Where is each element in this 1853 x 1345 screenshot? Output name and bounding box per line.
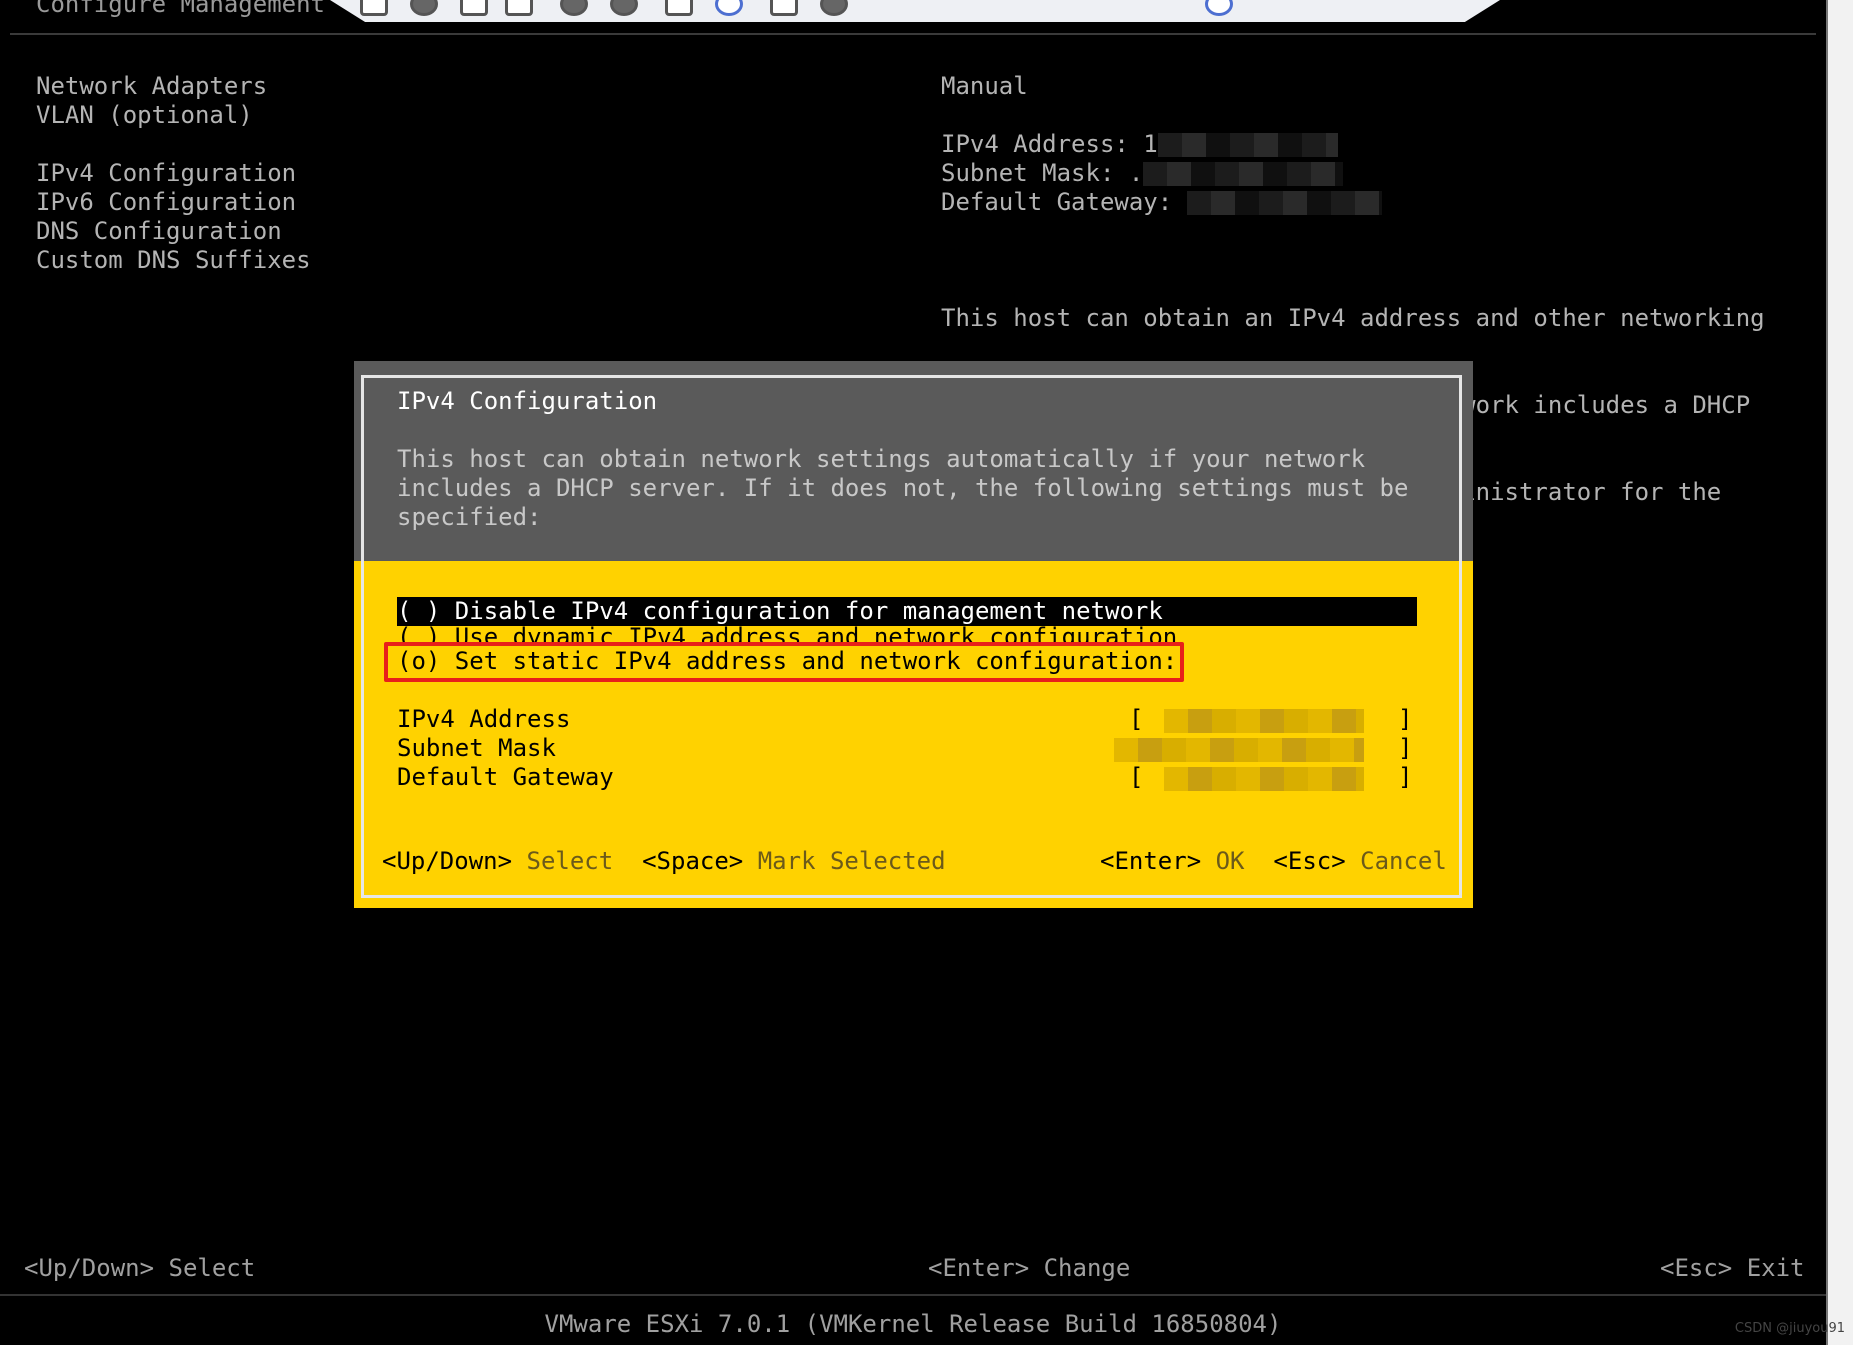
toolbar-icon-2[interactable] [410, 0, 438, 16]
subnet-mask-close-bracket: ] [1398, 734, 1413, 762]
dialog-key-hints-left: <Up/Down> Select <Space> Mark Selected [382, 847, 946, 875]
dialog-description: This host can obtain network settings au… [397, 445, 1409, 531]
ipv4-address-input[interactable] [1164, 709, 1364, 733]
redacted-value [1186, 191, 1382, 215]
annotation-highlight-box [384, 642, 1184, 682]
option-dynamic-ipv4[interactable]: ( ) Use dynamic IPv4 address and network… [397, 623, 1177, 643]
left-menu: Network Adapters VLAN (optional) IPv4 Co… [36, 72, 311, 275]
info-subnet-row: Subnet Mask: . [941, 159, 1765, 188]
top-divider [10, 33, 1816, 35]
cancel-action[interactable]: Cancel [1360, 847, 1447, 875]
toolbar-icon-9[interactable] [770, 0, 798, 16]
toolbar-icon-4[interactable] [505, 0, 533, 16]
esxi-console: Configure Management Network Adapters VL… [0, 0, 1826, 1345]
info-ipv4-label: IPv4 Address: 1 [941, 130, 1158, 158]
toolbar-icon-7[interactable] [665, 0, 693, 16]
subnet-mask-input[interactable] [1114, 738, 1364, 762]
key-space: <Space> [642, 847, 744, 875]
toolbar-icon-1[interactable] [360, 0, 388, 16]
option-disable-ipv4[interactable]: ( ) Disable IPv4 configuration for manag… [397, 597, 1417, 626]
redacted-value [1143, 162, 1344, 186]
toolbar-icon-6[interactable] [610, 0, 638, 16]
config-mode: Manual [941, 72, 1028, 100]
dialog-title: IPv4 Configuration [397, 387, 658, 415]
menu-item[interactable]: Custom DNS Suffixes [36, 246, 311, 275]
menu-item[interactable]: Network Adapters [36, 72, 311, 101]
watermark: CSDN @jiuyou91 [1734, 1321, 1845, 1336]
default-gateway-input[interactable] [1164, 767, 1364, 791]
remote-console-toolbar [330, 0, 1500, 22]
menu-item[interactable]: IPv6 Configuration [36, 188, 311, 217]
footer-select-hint: <Up/Down> Select [24, 1254, 256, 1282]
window-title: Configure Management [36, 0, 325, 18]
footer-exit-hint: <Esc> Exit [1660, 1254, 1805, 1282]
key-mark-selected-action: Mark Selected [757, 847, 946, 875]
info-gateway-row: Default Gateway: [941, 188, 1765, 217]
key-esc[interactable]: <Esc> [1273, 847, 1345, 875]
info-subnet-label: Subnet Mask: . [941, 159, 1144, 187]
info-gateway-label: Default Gateway: [941, 188, 1173, 216]
window-edge [1826, 0, 1828, 1345]
toolbar-icon-8[interactable] [715, 0, 743, 16]
toolbar-icon-11[interactable] [1205, 0, 1233, 16]
default-gateway-close-bracket: ] [1398, 763, 1413, 791]
key-updown: <Up/Down> [382, 847, 513, 875]
toolbar-icon-5[interactable] [560, 0, 588, 16]
ipv4-address-open-bracket: [ [1129, 705, 1144, 733]
ok-action[interactable]: OK [1216, 847, 1245, 875]
default-gateway-open-bracket: [ [1129, 763, 1144, 791]
redacted-value [1157, 133, 1338, 157]
dialog-key-hints-right: <Enter> OK <Esc> Cancel [1100, 847, 1447, 875]
bottom-divider [0, 1294, 1826, 1296]
info-ipv4-row: IPv4 Address: 1 [941, 130, 1765, 159]
ipv4-address-close-bracket: ] [1398, 705, 1413, 733]
ipv4-address-label: IPv4 Address [397, 705, 571, 733]
subnet-mask-label: Subnet Mask [397, 734, 556, 762]
footer-change-hint: <Enter> Change [928, 1254, 1131, 1282]
key-enter[interactable]: <Enter> [1100, 847, 1201, 875]
menu-item[interactable]: VLAN (optional) [36, 101, 311, 130]
version-banner: VMware ESXi 7.0.1 (VMKernel Release Buil… [544, 1310, 1282, 1338]
menu-item[interactable]: DNS Configuration [36, 217, 311, 246]
default-gateway-label: Default Gateway [397, 763, 614, 791]
toolbar-icon-3[interactable] [460, 0, 488, 16]
key-select-action: Select [526, 847, 614, 875]
ipv4-config-dialog: IPv4 Configuration This host can obtain … [354, 361, 1473, 908]
toolbar-icon-10[interactable] [820, 0, 848, 16]
menu-item[interactable]: IPv4 Configuration [36, 159, 311, 188]
